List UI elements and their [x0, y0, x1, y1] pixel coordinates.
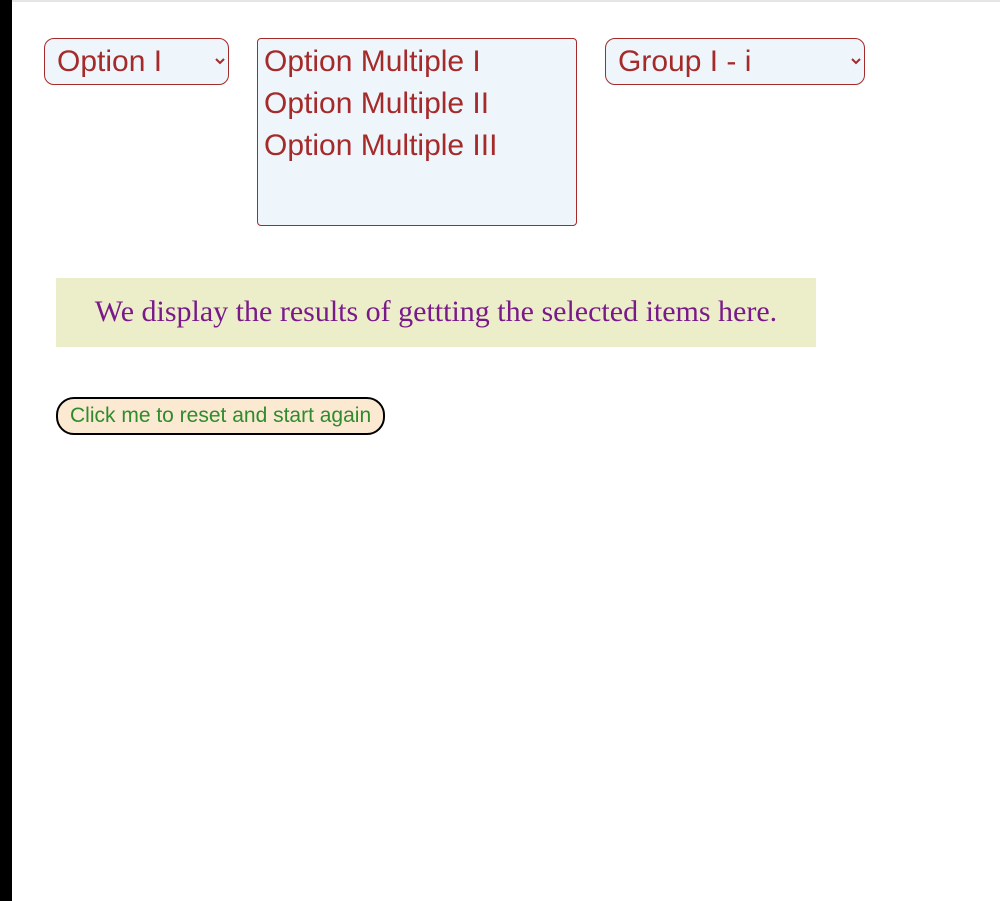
group-select[interactable]: Group I - i	[605, 38, 865, 85]
reset-button-label: Click me to reset and start again	[70, 404, 371, 427]
results-text: We display the results of gettting the s…	[95, 295, 777, 328]
multiple-select-option[interactable]: Option Multiple III	[262, 125, 572, 167]
multiple-select-option[interactable]: Option Multiple II	[262, 83, 572, 125]
multiple-select-option[interactable]: Option Multiple I	[262, 41, 572, 83]
controls-row: Option I Option Multiple I Option Multip…	[12, 38, 1000, 226]
results-panel: We display the results of gettting the s…	[56, 278, 816, 347]
single-select[interactable]: Option I	[44, 38, 229, 85]
top-divider	[12, 0, 1000, 2]
reset-button[interactable]: Click me to reset and start again	[56, 397, 385, 435]
multiple-select[interactable]: Option Multiple I Option Multiple II Opt…	[257, 38, 577, 226]
